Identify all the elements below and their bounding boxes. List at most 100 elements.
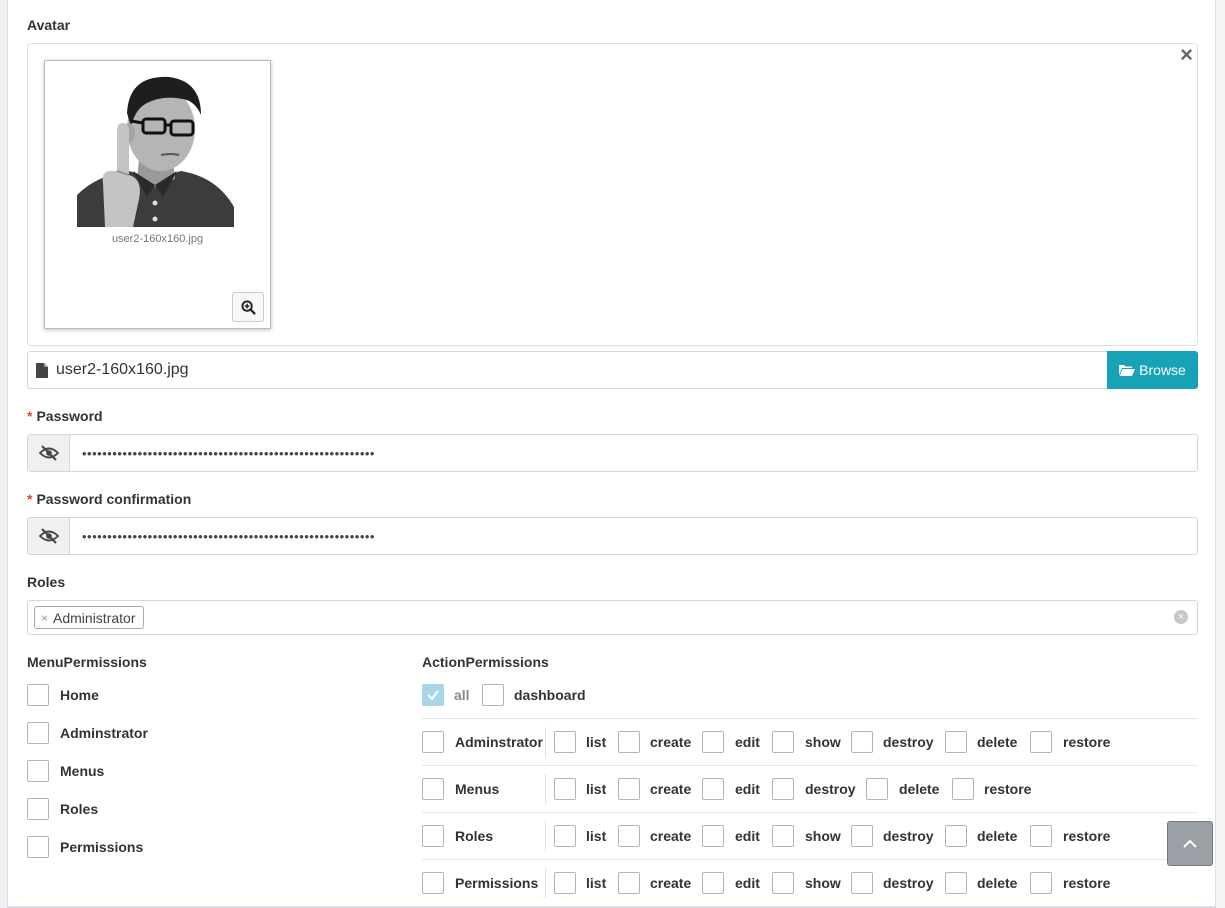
permission-checkbox-adminstrator-restore[interactable] <box>1030 731 1052 753</box>
permission-checkbox-adminstrator-create[interactable] <box>618 731 640 753</box>
file-icon <box>36 362 48 378</box>
action-row-label-permissions: Permissions <box>455 875 539 891</box>
permission-checkbox-adminstrator-edit[interactable] <box>702 731 724 753</box>
menu-permission-label-roles: Roles <box>60 801 99 817</box>
avatar-thumbnail-caption: user2-160x160.jpg <box>111 233 204 245</box>
remove-tag-icon[interactable]: × <box>41 611 48 625</box>
password-confirmation-input[interactable]: ••••••••••••••••••••••••••••••••••••••••… <box>70 518 1197 554</box>
permission-checkbox-permissions-edit[interactable] <box>702 872 724 894</box>
eye-slash-icon <box>38 445 59 461</box>
permission-checkbox-permissions-destroy[interactable] <box>851 872 873 894</box>
permission-label-menus-create: create <box>650 781 692 797</box>
clear-selection-icon[interactable]: × <box>1174 610 1188 624</box>
permission-checkbox-permissions-create[interactable] <box>618 872 640 894</box>
permission-checkbox-roles-edit[interactable] <box>702 825 724 847</box>
permission-checkbox-adminstrator-show[interactable] <box>772 731 794 753</box>
menu-permission-checkbox-home[interactable] <box>27 684 49 706</box>
action-row-checkbox-roles[interactable] <box>422 825 444 847</box>
row-divider <box>422 765 1198 766</box>
permission-label-adminstrator-edit: edit <box>735 734 760 750</box>
permission-checkbox-menus-restore[interactable] <box>952 778 974 800</box>
action-permission-checkbox-all[interactable] <box>422 684 444 706</box>
permission-label-permissions-edit: edit <box>735 875 760 891</box>
browse-button[interactable]: Browse <box>1107 351 1198 389</box>
permission-label-roles-destroy: destroy <box>883 828 934 844</box>
permission-checkbox-permissions-delete[interactable] <box>945 872 967 894</box>
permission-checkbox-adminstrator-delete[interactable] <box>945 731 967 753</box>
permission-checkbox-adminstrator-destroy[interactable] <box>851 731 873 753</box>
permission-label-adminstrator-create: create <box>650 734 692 750</box>
zoom-button[interactable] <box>232 292 264 322</box>
folder-open-icon <box>1119 365 1136 376</box>
action-permission-label-dashboard: dashboard <box>514 687 586 703</box>
menu-permission-label-menus: Menus <box>60 763 105 779</box>
permission-checkbox-menus-create[interactable] <box>618 778 640 800</box>
permission-checkbox-permissions-list[interactable] <box>554 872 576 894</box>
row-divider <box>422 812 1198 813</box>
permission-checkbox-menus-edit[interactable] <box>702 778 724 800</box>
permission-label-permissions-list: list <box>586 875 607 891</box>
permission-label-permissions-create: create <box>650 875 692 891</box>
required-mark: * <box>27 408 33 424</box>
permission-label-adminstrator-destroy: destroy <box>883 734 934 750</box>
row-vertical-divider <box>545 727 546 757</box>
permission-label-permissions-destroy: destroy <box>883 875 934 891</box>
avatar-file-input[interactable]: user2-160x160.jpg <box>27 351 1107 389</box>
permission-label-adminstrator-delete: delete <box>977 734 1018 750</box>
permission-label-roles-edit: edit <box>735 828 760 844</box>
permission-label-roles-create: create <box>650 828 692 844</box>
permission-checkbox-menus-list[interactable] <box>554 778 576 800</box>
menu-permission-checkbox-adminstrator[interactable] <box>27 722 49 744</box>
eye-slash-icon <box>38 528 59 544</box>
close-icon[interactable]: × <box>1180 42 1193 68</box>
avatar-label: Avatar <box>27 17 71 33</box>
permission-checkbox-menus-delete[interactable] <box>866 778 888 800</box>
action-row-checkbox-adminstrator[interactable] <box>422 731 444 753</box>
action-permission-checkbox-dashboard[interactable] <box>482 684 504 706</box>
required-mark: * <box>27 491 33 507</box>
permission-label-permissions-show: show <box>805 875 841 891</box>
row-vertical-divider <box>545 774 546 804</box>
permission-checkbox-roles-delete[interactable] <box>945 825 967 847</box>
permission-label-menus-destroy: destroy <box>805 781 856 797</box>
permission-checkbox-roles-restore[interactable] <box>1030 825 1052 847</box>
zoom-in-icon <box>240 299 256 315</box>
permission-checkbox-roles-show[interactable] <box>772 825 794 847</box>
row-divider <box>422 859 1198 860</box>
avatar-thumbnail-card: user2-160x160.jpg <box>44 60 271 329</box>
password-input[interactable]: ••••••••••••••••••••••••••••••••••••••••… <box>70 435 1197 471</box>
permission-checkbox-menus-destroy[interactable] <box>772 778 794 800</box>
password-confirmation-label: * Password confirmation <box>27 491 191 507</box>
menu-permissions-label: MenuPermissions <box>27 654 147 670</box>
permission-checkbox-roles-destroy[interactable] <box>851 825 873 847</box>
toggle-password-confirmation-visibility[interactable] <box>28 518 70 554</box>
role-tag-label: Administrator <box>53 609 136 626</box>
permission-checkbox-permissions-restore[interactable] <box>1030 872 1052 894</box>
permission-label-adminstrator-show: show <box>805 734 841 750</box>
password-input-group: ••••••••••••••••••••••••••••••••••••••••… <box>27 434 1198 472</box>
menu-permission-checkbox-permissions[interactable] <box>27 836 49 858</box>
permission-label-roles-restore: restore <box>1063 828 1111 844</box>
menu-permission-checkbox-roles[interactable] <box>27 798 49 820</box>
permission-checkbox-permissions-show[interactable] <box>772 872 794 894</box>
menu-permission-checkbox-menus[interactable] <box>27 760 49 782</box>
action-row-checkbox-permissions[interactable] <box>422 872 444 894</box>
action-row-label-adminstrator: Adminstrator <box>455 734 543 750</box>
menu-permission-label-permissions: Permissions <box>60 839 144 855</box>
roles-label: Roles <box>27 574 66 590</box>
permission-checkbox-roles-create[interactable] <box>618 825 640 847</box>
permission-label-menus-restore: restore <box>984 781 1032 797</box>
permission-checkbox-roles-list[interactable] <box>554 825 576 847</box>
row-divider <box>422 718 1198 719</box>
action-permissions-label: ActionPermissions <box>422 654 549 670</box>
menu-permission-label-adminstrator: Adminstrator <box>60 725 148 741</box>
password-confirmation-label-text: Password confirmation <box>36 491 192 507</box>
permission-checkbox-adminstrator-list[interactable] <box>554 731 576 753</box>
action-row-checkbox-menus[interactable] <box>422 778 444 800</box>
password-label: * Password <box>27 408 103 424</box>
permission-label-menus-edit: edit <box>735 781 760 797</box>
roles-select[interactable]: × Administrator × <box>27 600 1198 635</box>
left-panel-edge <box>0 0 8 908</box>
toggle-password-visibility[interactable] <box>28 435 70 471</box>
scroll-to-top-button[interactable] <box>1167 821 1213 866</box>
